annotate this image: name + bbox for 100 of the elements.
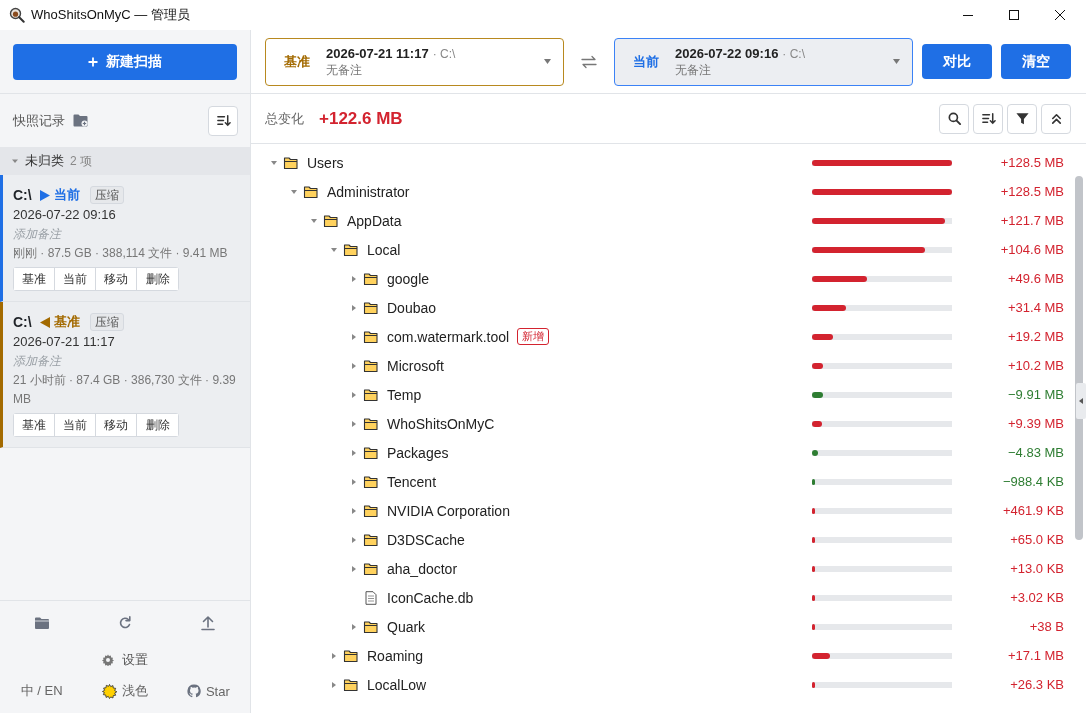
folder-name[interactable]: Tencent (387, 473, 437, 490)
size-change: +10.2 MB (1007, 358, 1064, 373)
snapshot-card[interactable]: C:\ 基准 压缩 2026-07-21 11:17 添加备注 21 小时前 · 87.4 GB · 386,730 文件 · 9.39 MB 基准 当前 移动 删除 (0, 302, 250, 448)
folder-icon (363, 561, 379, 576)
caret-icon[interactable] (351, 565, 357, 572)
caret-icon[interactable] (331, 652, 337, 659)
folder-name[interactable]: Administrator (327, 183, 410, 200)
caret-icon[interactable] (291, 188, 297, 195)
theme-toggle[interactable]: 浅色 (102, 682, 148, 700)
caret-icon[interactable] (351, 536, 357, 543)
compare-button[interactable]: 对比 (922, 44, 992, 79)
caret-icon[interactable] (331, 246, 337, 253)
role-label: 当前 (53, 186, 80, 204)
triangle-icon (39, 189, 50, 201)
filter-button[interactable] (1007, 103, 1037, 134)
folder-name[interactable]: WhoShitsOnMyC (387, 415, 495, 432)
folder-name[interactable]: NVIDIA Corporation (387, 502, 510, 519)
folder-plus-icon[interactable] (73, 114, 88, 127)
sort-icon (980, 111, 996, 126)
size-change: +19.2 MB (1007, 329, 1064, 344)
gear-icon (102, 654, 114, 666)
caret-icon[interactable] (351, 362, 357, 369)
folder-name[interactable]: Local (367, 241, 401, 258)
size-change: +17.1 MB (1007, 648, 1064, 663)
folder-name[interactable]: AppData (347, 212, 402, 229)
folder-name[interactable]: Temp (387, 386, 422, 403)
caret-icon[interactable] (331, 681, 337, 688)
size-change: +13.0 KB (1009, 561, 1064, 576)
size-change: +461.9 KB (1001, 503, 1064, 518)
size-change: +31.4 MB (1007, 300, 1064, 315)
folder-icon (363, 445, 379, 460)
settings-button[interactable]: 设置 (102, 651, 148, 669)
snapshot-action-button[interactable]: 基准 (14, 414, 55, 436)
caret-icon[interactable] (351, 420, 357, 427)
folder-name[interactable]: aha_doctor (387, 560, 458, 577)
language-toggle[interactable]: 中 / EN (20, 682, 63, 700)
caret-icon[interactable] (351, 507, 357, 514)
refresh-icon[interactable] (117, 615, 133, 631)
folder-icon (343, 242, 359, 257)
folder-name[interactable]: Microsoft (387, 357, 444, 374)
caret-icon[interactable] (351, 333, 357, 340)
file-name[interactable]: IconCache.db (387, 589, 474, 606)
star-link[interactable]: Star (186, 683, 230, 699)
caret-icon[interactable] (351, 449, 357, 456)
snapshot-date: 2026-07-22 09:16 (13, 206, 117, 224)
caret-icon[interactable] (11, 157, 19, 165)
folder-name[interactable]: LocalLow (367, 676, 427, 693)
caret-icon[interactable] (271, 159, 277, 166)
folder-name[interactable]: Quark (387, 618, 426, 635)
folder-name[interactable]: Roaming (367, 647, 424, 664)
folder-name[interactable]: google (387, 270, 430, 287)
drive-label: C:\ (13, 187, 32, 203)
snapshot-selector[interactable]: 当前 2026-07-22 09:16 · C:\ 无备注 (614, 37, 913, 86)
search-button[interactable] (939, 103, 969, 134)
compressed-tag: 压缩 (89, 186, 124, 204)
selector-note: 无备注 (675, 62, 711, 78)
folder-icon (363, 358, 379, 373)
snapshot-selector[interactable]: 基准 2026-07-21 11:17 · C:\ 无备注 (265, 37, 564, 86)
clear-button[interactable]: 清空 (1001, 44, 1071, 79)
window-title: WhoShitsOnMyC — 管理员 (31, 6, 190, 24)
size-change: +121.7 MB (999, 213, 1064, 228)
folder-name[interactable]: com.watermark.tool (387, 328, 510, 345)
folder-icon (363, 300, 379, 315)
folder-name[interactable]: D3DSCache (387, 531, 465, 548)
snapshot-meta: 刚刚 · 87.5 GB · 388,114 文件 · 9.41 MB (13, 245, 229, 262)
folder-name[interactable]: Doubao (387, 299, 437, 316)
size-change: +128.5 MB (999, 155, 1064, 170)
caret-icon[interactable] (351, 391, 357, 398)
collapse-handle-icon[interactable] (1076, 383, 1086, 419)
sort-button[interactable] (973, 103, 1003, 134)
snapshot-action-button[interactable]: 基准 (14, 268, 55, 290)
caret-icon[interactable] (351, 478, 357, 485)
folder-icon (363, 271, 379, 286)
group-header[interactable]: 未归类 2 项 (0, 147, 250, 175)
selector-role-label: 当前 (633, 52, 660, 71)
snapshot-meta: 21 小时前 · 87.4 GB · 386,730 文件 · 9.39 MB (13, 372, 237, 408)
folder-icon[interactable] (33, 615, 50, 631)
sort-button[interactable] (208, 105, 238, 136)
upload-icon[interactable] (200, 615, 217, 631)
size-change: −4.83 MB (1007, 445, 1064, 460)
collapse-all-button[interactable] (1041, 103, 1071, 134)
size-change: +104.6 MB (999, 242, 1064, 257)
swap-icon[interactable] (581, 54, 597, 69)
snapshot-card[interactable]: C:\ 当前 压缩 2026-07-22 09:16 添加备注 刚刚 · 87.5 GB · 388,114 文件 · 9.41 MB 基准 当前 移动 删除 (0, 175, 250, 302)
caret-icon[interactable] (311, 217, 317, 224)
folder-name[interactable]: Users (307, 154, 344, 171)
scrollbar[interactable] (1075, 176, 1083, 540)
size-change: +49.6 MB (1007, 271, 1064, 286)
caret-icon[interactable] (351, 275, 357, 282)
total-change-label: 总变化 (265, 109, 304, 128)
new-scan-button[interactable]: 新建扫描 (13, 43, 237, 80)
maximize-icon (1008, 9, 1020, 21)
caret-icon[interactable] (351, 623, 357, 630)
size-change: +65.0 KB (1009, 532, 1064, 547)
size-change: +128.5 MB (999, 184, 1064, 199)
caret-icon[interactable] (351, 304, 357, 311)
size-change: +38 B (1028, 619, 1064, 634)
selector-date: 2026-07-21 11:17 (326, 45, 429, 62)
folder-icon (363, 619, 379, 634)
folder-name[interactable]: Packages (387, 444, 449, 461)
